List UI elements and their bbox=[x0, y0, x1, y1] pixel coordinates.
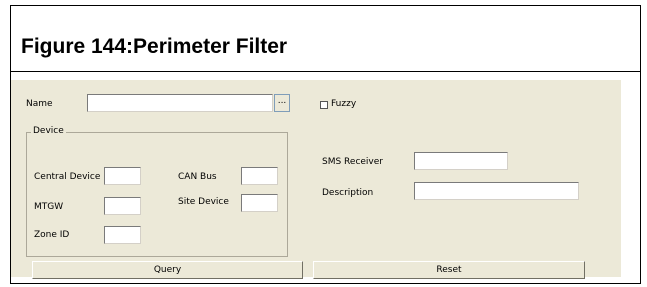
sms-receiver-input[interactable] bbox=[414, 152, 508, 170]
central-device-label: Central Device bbox=[34, 172, 101, 182]
perimeter-filter-panel: Name ... Fuzzy Device Central Device CAN… bbox=[11, 80, 621, 279]
mtgw-input[interactable] bbox=[104, 197, 141, 215]
central-device-input[interactable] bbox=[104, 167, 141, 185]
fuzzy-label: Fuzzy bbox=[331, 99, 357, 109]
name-browse-button[interactable]: ... bbox=[274, 94, 290, 112]
mtgw-label: MTGW bbox=[34, 202, 64, 212]
zone-id-label: Zone ID bbox=[34, 230, 70, 240]
name-label: Name bbox=[26, 99, 53, 109]
can-bus-input[interactable] bbox=[241, 167, 278, 185]
description-input[interactable] bbox=[414, 182, 579, 200]
device-group-label: Device bbox=[31, 126, 66, 137]
name-input[interactable] bbox=[87, 94, 273, 112]
site-device-input[interactable] bbox=[241, 194, 278, 212]
can-bus-label: CAN Bus bbox=[178, 172, 217, 182]
query-button[interactable]: Query bbox=[32, 261, 303, 279]
reset-button[interactable]: Reset bbox=[313, 261, 585, 279]
description-label: Description bbox=[322, 188, 374, 198]
sms-receiver-label: SMS Receiver bbox=[322, 157, 383, 167]
figure-title: Figure 144:Perimeter Filter bbox=[21, 35, 288, 58]
fuzzy-checkbox[interactable] bbox=[320, 101, 328, 109]
zone-id-input[interactable] bbox=[104, 226, 141, 244]
site-device-label: Site Device bbox=[178, 197, 229, 207]
title-divider bbox=[11, 71, 640, 72]
